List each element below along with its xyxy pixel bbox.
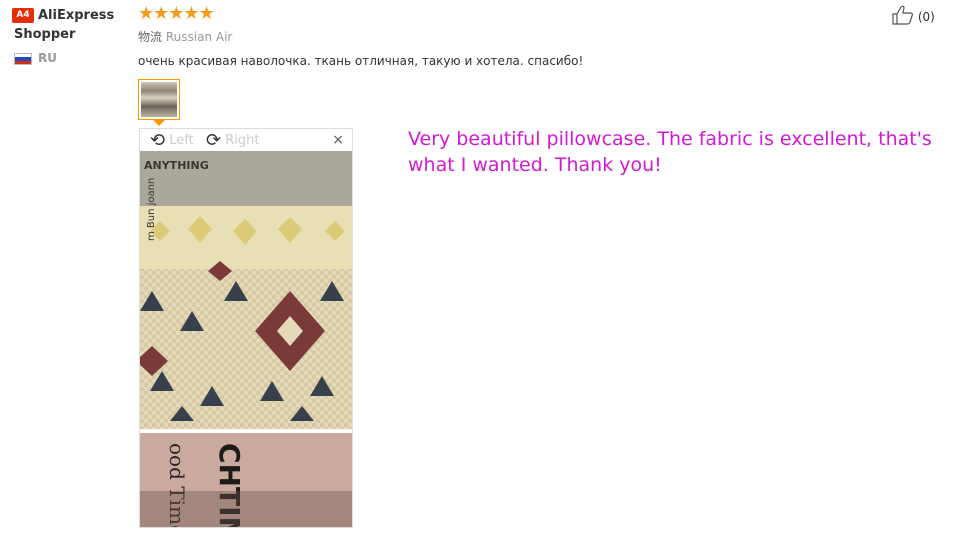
logistics-info: 物流 Russian Air [138,28,232,45]
rotate-left-icon: ⟲ [150,130,166,151]
helpful-count: (0) [917,10,935,24]
review-text: очень красивая наволочка. ткань отличная… [138,54,584,68]
russia-flag-icon [14,53,32,65]
logistics-value: Russian Air [165,30,233,44]
country-code: RU [38,51,57,65]
translation-text: Very beautiful pillowcase. The fabric is… [408,128,932,176]
close-viewer-button[interactable]: × [332,132,344,148]
rotate-right-button[interactable]: ⟳ Right [206,130,259,151]
viewer-toolbar: ⟲ Left ⟳ Right × [140,129,352,151]
logistics-label: 物流 [138,30,163,44]
thumbnail-pointer-arrow [153,120,165,126]
review-photo-thumbnail[interactable] [138,79,180,120]
rotate-right-label: Right [225,133,260,148]
thumbs-up-icon[interactable] [892,5,914,25]
rotate-right-icon: ⟳ [206,130,222,151]
image-viewer: ⟲ Left ⟳ Right × ANYTHING m Bun joann oo… [139,128,353,528]
photo-fabric-text-side: m Bun joann [146,178,157,241]
review-photo: ANYTHING m Bun joann ood Time CHTIM [140,151,352,527]
photo-fabric-text-top: ANYTHING [144,159,209,172]
reviewer-name: AliExpress Shopper [14,8,115,42]
helpful-vote[interactable]: (0) [892,5,935,25]
rotate-left-label: Left [169,133,194,148]
star-rating: ★★★★★ [138,3,215,24]
rotate-left-button[interactable]: ⟲ Left [150,130,194,151]
